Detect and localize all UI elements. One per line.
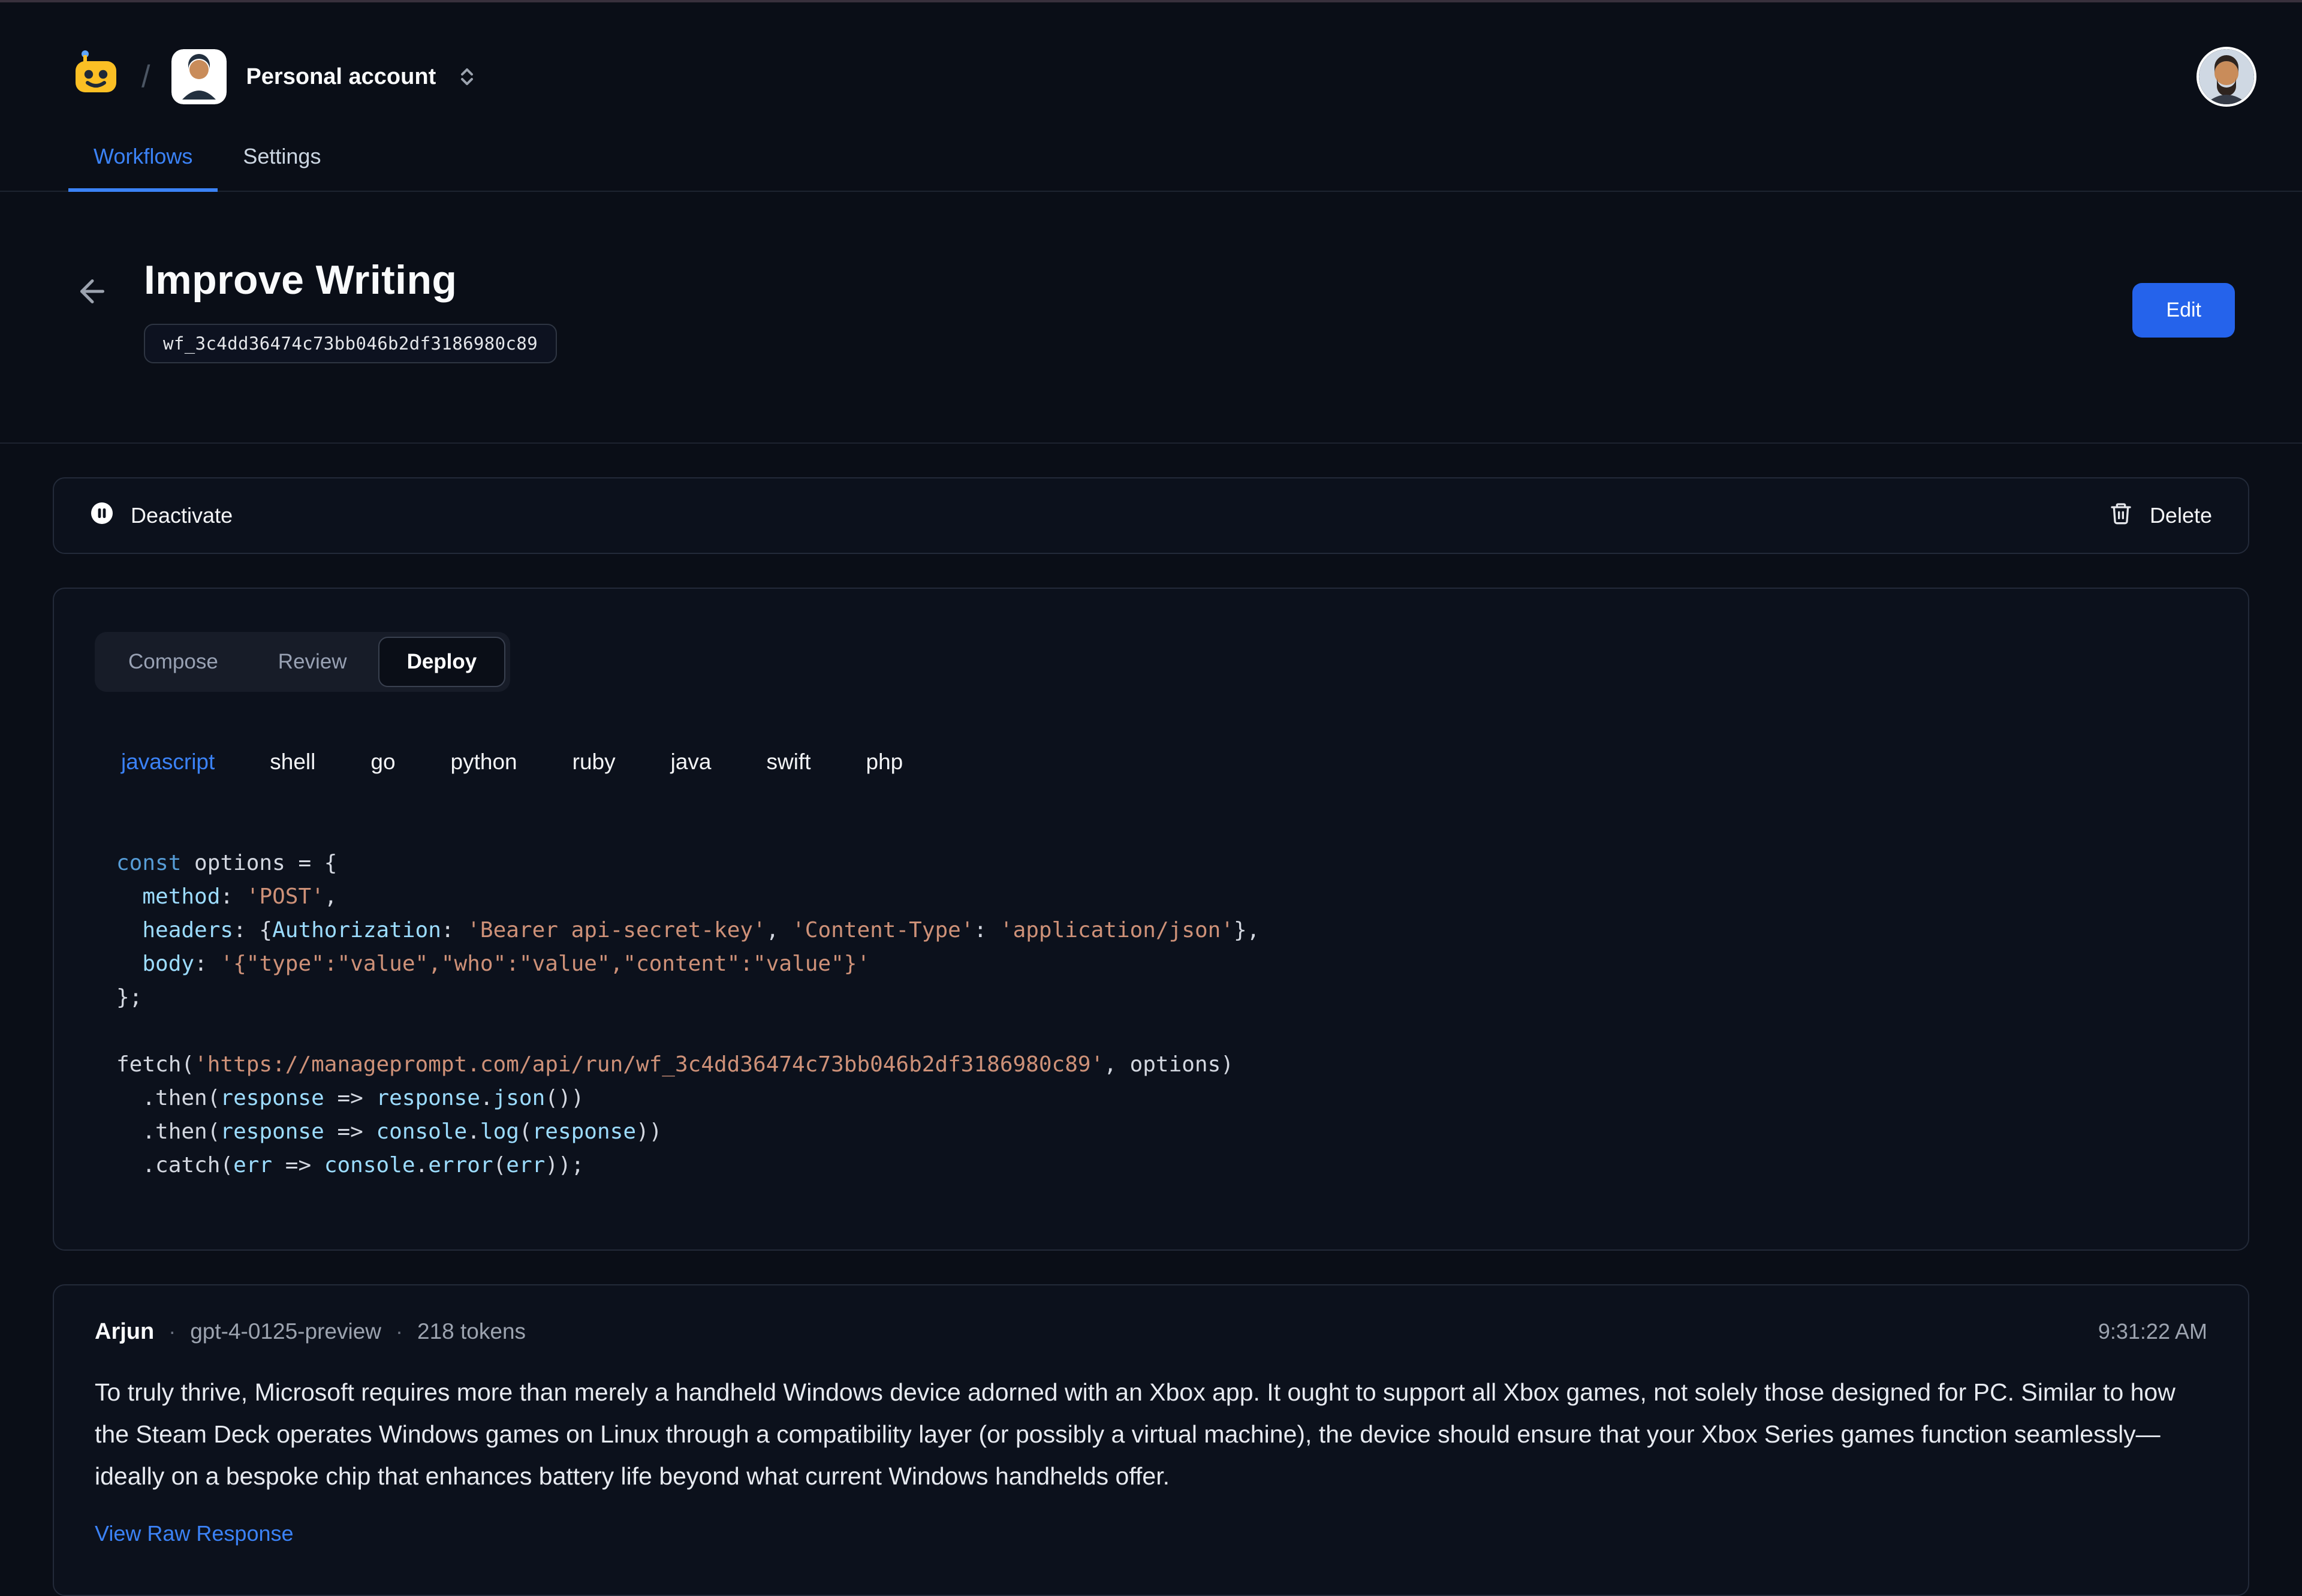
lang-tab-java[interactable]: java (671, 749, 712, 775)
code-line: }; (116, 981, 2207, 1014)
result-author: Arjun (95, 1319, 154, 1345)
code-line: body: '{"type":"value","who":"value","co… (116, 947, 2207, 981)
meta-separator: · (168, 1319, 176, 1344)
code-line: .catch(err => console.error(err)); (116, 1149, 2207, 1182)
back-button[interactable] (74, 273, 110, 314)
primary-tabs: Workflows Settings (0, 122, 2302, 192)
lang-tab-go[interactable]: go (370, 749, 395, 775)
result-tokens: 218 tokens (417, 1319, 526, 1344)
lang-tab-javascript[interactable]: javascript (121, 749, 215, 775)
code-line: .then(response => response.json()) (116, 1082, 2207, 1115)
code-line: method: 'POST', (116, 880, 2207, 914)
workflow-action-bar: Deactivate Delete (53, 477, 2249, 554)
workflow-header: Improve Writing wf_3c4dd36474c73bb046b2d… (0, 192, 2302, 444)
pause-circle-icon (90, 501, 114, 531)
robot-icon (67, 46, 125, 108)
segment-deploy[interactable]: Deploy (378, 637, 506, 687)
page-title: Improve Writing (144, 257, 557, 303)
delete-label: Delete (2150, 503, 2212, 528)
segment-compose[interactable]: Compose (100, 637, 247, 687)
result-body: To truly thrive, Microsoft requires more… (95, 1371, 2207, 1497)
result-model: gpt-4-0125-preview (190, 1319, 381, 1344)
result-card: Arjun · gpt-4-0125-preview · 218 tokens … (53, 1284, 2249, 1596)
account-switcher[interactable]: Personal account (171, 49, 477, 104)
code-line (116, 1014, 2207, 1048)
code-line: fetch('https://manageprompt.com/api/run/… (116, 1048, 2207, 1082)
chevron-up-down-icon (457, 65, 477, 89)
code-block: const options = { method: 'POST', header… (95, 847, 2207, 1182)
segment-review[interactable]: Review (249, 637, 376, 687)
trash-icon (2109, 501, 2133, 531)
tab-settings[interactable]: Settings (218, 122, 346, 191)
lang-tab-swift[interactable]: swift (767, 749, 811, 775)
lang-tab-shell[interactable]: shell (270, 749, 315, 775)
workflow-id-badge: wf_3c4dd36474c73bb046b2df3186980c89 (144, 324, 557, 363)
lang-tab-python[interactable]: python (451, 749, 517, 775)
arrow-left-icon (74, 273, 110, 314)
breadcrumb-separator: / (141, 59, 150, 95)
app-logo[interactable] (67, 48, 125, 106)
result-timestamp: 9:31:22 AM (2098, 1319, 2207, 1344)
lang-tab-ruby[interactable]: ruby (573, 749, 616, 775)
code-line: headers: {Authorization: 'Bearer api-sec… (116, 914, 2207, 947)
account-name: Personal account (246, 64, 436, 90)
meta-separator: · (396, 1319, 403, 1344)
tab-workflows[interactable]: Workflows (68, 122, 218, 191)
deactivate-button[interactable]: Deactivate (90, 501, 233, 531)
language-tabs: javascript shell go python ruby java swi… (95, 749, 2207, 775)
code-line: .then(response => console.log(response)) (116, 1115, 2207, 1149)
topbar: / Personal account (0, 2, 2302, 122)
mode-segmented-control: Compose Review Deploy (95, 632, 510, 692)
code-line: const options = { (116, 847, 2207, 880)
account-avatar (171, 49, 227, 104)
main-content: Deactivate Delete Compose Review Deploy … (0, 477, 2302, 1596)
deploy-card: Compose Review Deploy javascript shell g… (53, 588, 2249, 1251)
title-block: Improve Writing wf_3c4dd36474c73bb046b2d… (144, 257, 557, 363)
result-meta-row: Arjun · gpt-4-0125-preview · 218 tokens … (95, 1319, 2207, 1345)
view-raw-response-link[interactable]: View Raw Response (95, 1521, 294, 1546)
user-avatar[interactable] (2199, 49, 2254, 104)
deactivate-label: Deactivate (131, 503, 233, 528)
lang-tab-php[interactable]: php (866, 749, 903, 775)
delete-button[interactable]: Delete (2109, 501, 2212, 531)
edit-button[interactable]: Edit (2132, 283, 2235, 338)
